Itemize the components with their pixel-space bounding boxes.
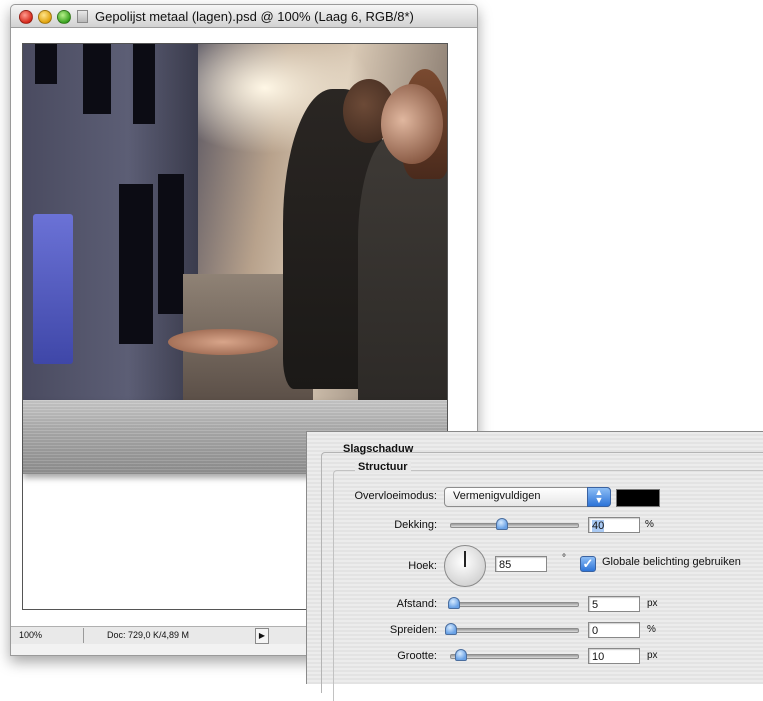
opacity-unit: % [645,519,654,530]
size-slider[interactable] [450,649,579,661]
global-light-label: Globale belichting gebruiken [602,556,741,568]
distance-field[interactable]: 5 [588,596,640,612]
layer-style-panel: Slagschaduw Structuur Overvloeimodus: Ve… [306,431,763,701]
zoom-icon[interactable] [57,10,71,24]
blend-mode-select[interactable]: Vermenigvuldigen ▲ ▼ [444,487,611,507]
window-title: Gepolijst metaal (lagen).psd @ 100% (Laa… [95,9,414,24]
zoom-field[interactable]: 100% [19,629,77,641]
shadow-color-swatch[interactable] [616,489,660,507]
distance-label: Afstand: [396,598,437,610]
opacity-slider[interactable] [450,518,579,530]
angle-label: Hoek: [408,560,437,572]
slider-thumb[interactable] [495,518,508,530]
document-proxy-icon[interactable] [77,10,88,23]
opacity-label: Dekking: [394,519,437,531]
minimize-icon[interactable] [38,10,52,24]
close-icon[interactable] [19,10,33,24]
subsection-title: Structuur [355,461,411,473]
hand [168,329,278,355]
kiosk-screen [33,214,73,364]
spread-unit: % [647,624,656,635]
blend-mode-label: Overvloeimodus: [354,490,437,502]
blend-mode-value: Vermenigvuldigen [453,490,541,502]
spread-label: Spreiden: [389,624,437,636]
section-title: Slagschaduw [343,443,414,455]
slider-thumb[interactable] [448,597,460,609]
slider-thumb[interactable] [445,623,457,635]
distance-slider[interactable] [448,597,579,609]
angle-unit: ° [562,553,566,564]
size-unit: px [647,650,658,661]
angle-field[interactable]: 85 [495,556,547,572]
angle-dial[interactable] [444,545,486,587]
doc-size-info: Doc: 729,0 K/4,89 M [107,630,190,640]
title-bar[interactable]: Gepolijst metaal (lagen).psd @ 100% (Laa… [11,5,477,28]
spread-field[interactable]: 0 [588,622,640,638]
size-field[interactable]: 10 [588,648,640,664]
size-label: Grootte: [397,650,437,662]
photo-layer [23,44,447,400]
triangle-right-icon[interactable]: ▶ [255,628,269,644]
slider-thumb[interactable] [455,649,467,661]
distance-unit: px [647,598,658,609]
opacity-field[interactable]: 40 [588,517,640,533]
stepper-arrows-icon[interactable]: ▲ ▼ [587,487,611,507]
global-light-checkbox[interactable]: ✓ [580,556,596,572]
spread-slider[interactable] [445,623,579,635]
